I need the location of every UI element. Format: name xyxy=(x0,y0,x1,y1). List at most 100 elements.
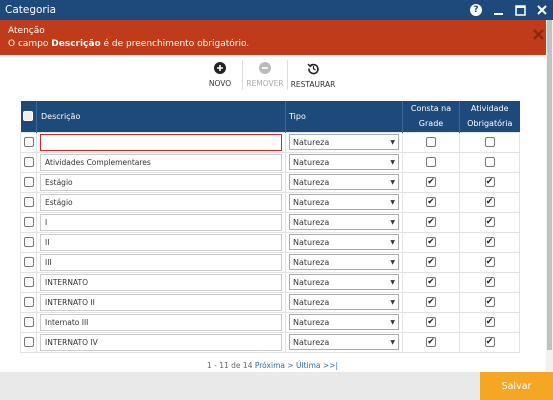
maximize-icon[interactable] xyxy=(509,0,531,20)
pagination-last-link[interactable]: Última >>| xyxy=(296,361,338,370)
tipo-select[interactable]: Natureza ▼ xyxy=(289,234,399,250)
new-button[interactable]: NOVO xyxy=(200,60,240,94)
dropdown-arrow-icon: ▼ xyxy=(390,198,395,206)
consta-na-grade-checkbox[interactable]: ✔ xyxy=(426,297,436,307)
alert-close-icon[interactable] xyxy=(533,29,544,45)
consta-na-grade-checkbox[interactable]: ✔ xyxy=(426,337,436,347)
tipo-select[interactable]: Natureza ▼ xyxy=(289,194,399,210)
pagination-range: 1 - 11 de 14 xyxy=(207,361,255,370)
descricao-input[interactable]: II xyxy=(40,233,282,251)
tipo-cell: Natureza ▼ xyxy=(285,231,403,253)
atividade-obrigatoria-cell: ✔ xyxy=(459,331,520,353)
consta-na-grade-checkbox[interactable]: ✔ xyxy=(426,277,436,287)
row-select-cell xyxy=(20,211,37,233)
row-select-checkbox[interactable] xyxy=(23,317,34,327)
minimize-icon[interactable] xyxy=(487,0,509,20)
table-row: III Natureza ▼ ✔ ✔ xyxy=(20,251,520,273)
descricao-input[interactable] xyxy=(40,133,282,151)
consta-na-grade-checkbox[interactable]: ✔ xyxy=(426,217,436,227)
atividade-obrigatoria-checkbox[interactable]: ✔ xyxy=(484,337,495,347)
descricao-cell xyxy=(36,131,286,153)
descricao-cell: INTERNATO xyxy=(36,271,286,293)
tipo-select[interactable]: Natureza ▼ xyxy=(289,274,399,290)
atividade-obrigatoria-checkbox[interactable]: ✔ xyxy=(484,277,495,287)
row-select-checkbox[interactable] xyxy=(23,217,34,227)
scrollbar-thumb[interactable] xyxy=(547,20,552,350)
descricao-cell: II xyxy=(36,231,286,253)
atividade-obrigatoria-checkbox[interactable]: ✔ xyxy=(484,217,495,227)
tipo-select-value: Natureza xyxy=(293,277,330,287)
consta-na-grade-checkbox[interactable]: ✔ xyxy=(426,197,436,207)
descricao-input[interactable]: III xyxy=(40,253,282,271)
atividade-obrigatoria-checkbox[interactable]: ✔ xyxy=(484,297,495,307)
save-button[interactable]: Salvar xyxy=(480,372,553,400)
tipo-select[interactable]: Natureza ▼ xyxy=(289,134,399,150)
descricao-input[interactable]: Internato III xyxy=(40,313,282,331)
row-select-checkbox[interactable] xyxy=(23,297,34,307)
row-select-checkbox[interactable] xyxy=(23,237,34,247)
atividade-obrigatoria-checkbox[interactable] xyxy=(484,137,495,147)
dropdown-arrow-icon: ▼ xyxy=(390,178,395,186)
row-select-checkbox[interactable] xyxy=(23,277,34,287)
atividade-obrigatoria-cell: ✔ xyxy=(459,171,520,193)
descricao-input[interactable]: I xyxy=(40,213,282,231)
consta-na-grade-checkbox[interactable]: ✔ xyxy=(426,257,436,267)
consta-na-grade-checkbox[interactable]: ✔ xyxy=(426,177,436,187)
tipo-select[interactable]: Natureza ▼ xyxy=(289,334,399,350)
atividade-obrigatoria-checkbox[interactable]: ✔ xyxy=(484,197,495,207)
descricao-cell: III xyxy=(36,251,286,273)
consta-na-grade-cell: ✔ xyxy=(402,211,460,233)
row-select-checkbox[interactable] xyxy=(23,177,34,187)
row-select-cell xyxy=(20,311,37,333)
row-select-checkbox[interactable] xyxy=(23,257,34,267)
atividade-obrigatoria-checkbox[interactable]: ✔ xyxy=(484,237,495,247)
tipo-select[interactable]: Natureza ▼ xyxy=(289,254,399,270)
tipo-select-value: Natureza xyxy=(293,257,330,267)
help-icon[interactable]: ? xyxy=(465,0,487,20)
consta-na-grade-cell: ✔ xyxy=(402,231,460,253)
atividade-obrigatoria-checkbox[interactable]: ✔ xyxy=(484,317,495,327)
atividade-obrigatoria-checkbox[interactable]: ✔ xyxy=(484,257,495,267)
row-select-cell xyxy=(20,271,37,293)
atividade-obrigatoria-checkbox[interactable] xyxy=(484,157,495,167)
tipo-select[interactable]: Natureza ▼ xyxy=(289,314,399,330)
dropdown-arrow-icon: ▼ xyxy=(390,298,395,306)
atividade-obrigatoria-checkbox[interactable]: ✔ xyxy=(484,177,495,187)
consta-na-grade-checkbox[interactable]: ✔ xyxy=(426,317,436,327)
consta-na-grade-checkbox[interactable]: ✔ xyxy=(426,237,436,247)
validation-alert: Atenção O campo Descrição é de preenchim… xyxy=(0,20,553,55)
tipo-select-value: Natureza xyxy=(293,317,330,327)
restore-button[interactable]: RESTAURAR xyxy=(290,60,336,94)
descricao-input[interactable]: INTERNATO xyxy=(40,273,282,291)
row-select-cell xyxy=(20,171,37,193)
toolbar-divider xyxy=(242,60,243,90)
tipo-select[interactable]: Natureza ▼ xyxy=(289,214,399,230)
vertical-scrollbar[interactable] xyxy=(546,20,553,372)
descricao-input[interactable]: INTERNATO II xyxy=(40,293,282,311)
descricao-input[interactable]: Estágio xyxy=(40,193,282,211)
tipo-select[interactable]: Natureza ▼ xyxy=(289,174,399,190)
close-icon[interactable] xyxy=(531,0,553,20)
consta-na-grade-checkbox[interactable] xyxy=(426,157,436,167)
row-select-checkbox[interactable] xyxy=(23,137,34,147)
descricao-cell: Atividades Complementares xyxy=(36,151,286,173)
atividade-obrigatoria-cell: ✔ xyxy=(459,211,520,233)
consta-na-grade-checkbox[interactable] xyxy=(426,137,436,147)
descricao-input[interactable]: Estágio xyxy=(40,173,282,191)
table-row: Internato III Natureza ▼ ✔ ✔ xyxy=(20,311,520,333)
row-select-checkbox[interactable] xyxy=(23,337,34,347)
remove-button[interactable]: REMOVER xyxy=(245,60,285,94)
pagination-next-link[interactable]: Próxima > xyxy=(255,361,294,370)
window-title: Categoria xyxy=(5,4,57,16)
tipo-select[interactable]: Natureza ▼ xyxy=(289,154,399,170)
select-all-checkbox[interactable] xyxy=(23,111,34,122)
descricao-input[interactable]: INTERNATO IV xyxy=(40,333,282,351)
tipo-select[interactable]: Natureza ▼ xyxy=(289,294,399,310)
alert-title: Atenção xyxy=(8,26,45,36)
dropdown-arrow-icon: ▼ xyxy=(390,238,395,246)
descricao-input[interactable]: Atividades Complementares xyxy=(40,153,282,171)
row-select-checkbox[interactable] xyxy=(23,197,34,207)
tipo-cell: Natureza ▼ xyxy=(285,151,403,173)
row-select-checkbox[interactable] xyxy=(23,157,34,167)
atividade-obrigatoria-cell: ✔ xyxy=(459,251,520,273)
